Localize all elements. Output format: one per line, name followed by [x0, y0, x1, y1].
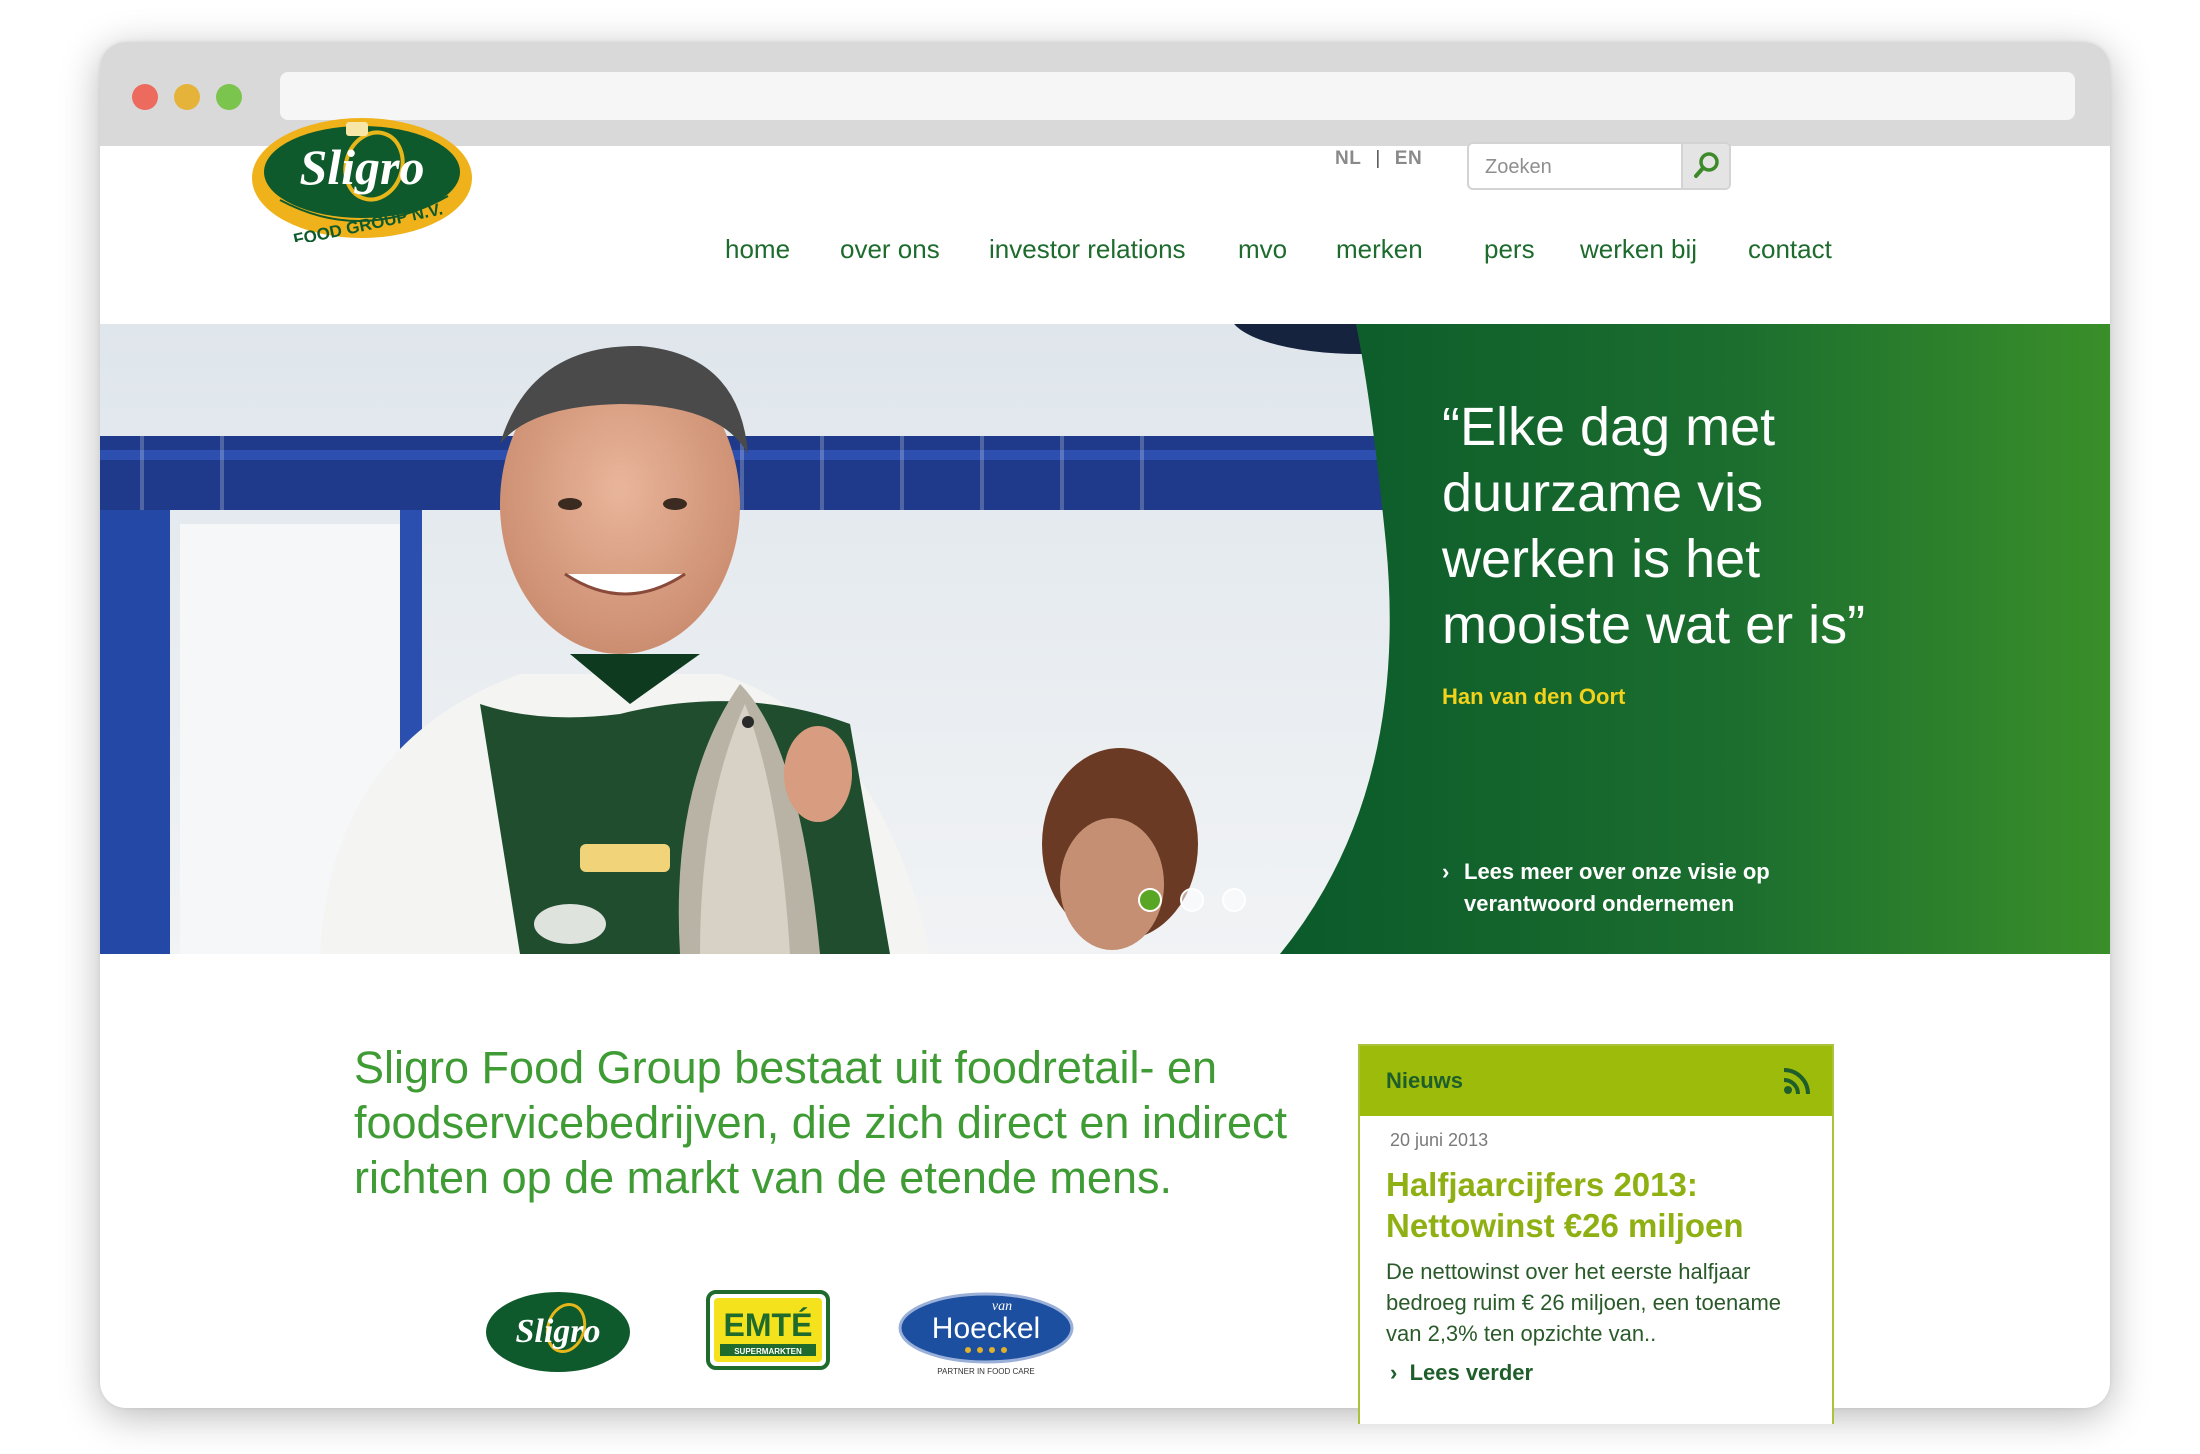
search-button[interactable] [1681, 144, 1729, 188]
news-widget: Nieuws 20 juni 2013 Halfjaarcijfers 2013… [1358, 1044, 1834, 1424]
nav-merken[interactable]: merken [1336, 234, 1423, 265]
search-input[interactable] [1483, 152, 1677, 182]
brand-emte-name: EMTÉ [724, 1307, 813, 1343]
nav-over-ons[interactable]: over ons [840, 234, 940, 265]
brand-sligro-name: Sligro [515, 1313, 600, 1350]
hero-quote-author: Han van den Oort [1442, 684, 1626, 709]
carousel-dot-2[interactable] [1180, 888, 1204, 912]
hero-read-more-link[interactable]: › Lees meer over onze visie op verantwoo… [1442, 856, 1824, 920]
lang-separator: | [1375, 148, 1381, 169]
close-window-button[interactable] [132, 84, 158, 110]
hero-quote-line: werken is het [1442, 529, 1761, 589]
address-bar[interactable] [280, 72, 2075, 120]
hero-quote-line: “Elke dag met [1442, 397, 1776, 457]
rss-icon[interactable] [1782, 1066, 1812, 1096]
hero-quote-line: mooiste wat er is” [1442, 595, 1866, 655]
news-excerpt: De nettowinst over het eerste halfjaar b… [1386, 1259, 1782, 1346]
news-header: Nieuws [1360, 1046, 1832, 1116]
lang-nl[interactable]: NL [1335, 148, 1361, 170]
carousel-dot-1[interactable] [1138, 888, 1162, 912]
news-date: 20 juni 2013 [1390, 1130, 1489, 1150]
nav-investor-relations[interactable]: investor relations [989, 234, 1186, 265]
brand-hoeckel-sub: PARTNER IN FOOD CARE [937, 1367, 1035, 1376]
intro-text: Sligro Food Group bestaat uit foodretail… [354, 1042, 1287, 1203]
maximize-window-button[interactable] [216, 84, 242, 110]
nav-home[interactable]: home [725, 234, 790, 265]
language-switcher: NL | EN [1335, 148, 1422, 170]
search-box [1467, 142, 1731, 190]
hero-quote: “Elke dag met duurzame vis werken is het… [1442, 394, 1962, 658]
brand-logo-van-hoeckel[interactable]: van Hoeckel PARTNER IN FOOD CARE [896, 1288, 1076, 1380]
nav-pers[interactable]: pers [1484, 234, 1535, 265]
nav-mvo[interactable]: mvo [1238, 234, 1287, 265]
news-headline[interactable]: Halfjaarcijfers 2013: Nettowinst €26 mil… [1386, 1164, 1816, 1246]
news-read-more-link[interactable]: › Lees verder [1390, 1360, 1533, 1386]
logo-wordmark: Sligro [299, 139, 424, 195]
hero-read-more-label: Lees meer over onze visie op verantwoord… [1464, 859, 1770, 916]
news-title: Nieuws [1386, 1068, 1464, 1093]
brand-hoeckel-name: Hoeckel [932, 1312, 1040, 1345]
brand-emte-sub: SUPERMARKTEN [734, 1347, 802, 1356]
carousel-dot-3[interactable] [1222, 888, 1246, 912]
nav-werken-bij[interactable]: werken bij [1580, 234, 1697, 265]
search-icon [1694, 152, 1719, 178]
brand-logo-sligro[interactable]: Sligro [484, 1290, 632, 1374]
sligro-logo[interactable]: Sligro FOOD GROUP N.V. [250, 112, 475, 242]
chevron-right-icon: › [1390, 1360, 1410, 1385]
chevron-right-icon: › [1442, 859, 1450, 884]
minimize-window-button[interactable] [174, 84, 200, 110]
hero-quote-line: duurzame vis [1442, 463, 1764, 523]
nav-contact[interactable]: contact [1748, 234, 1832, 265]
brand-logo-emte[interactable]: EMTÉ SUPERMARKTEN [706, 1290, 830, 1370]
news-read-more-label: Lees verder [1409, 1360, 1534, 1385]
lang-en[interactable]: EN [1395, 148, 1422, 170]
